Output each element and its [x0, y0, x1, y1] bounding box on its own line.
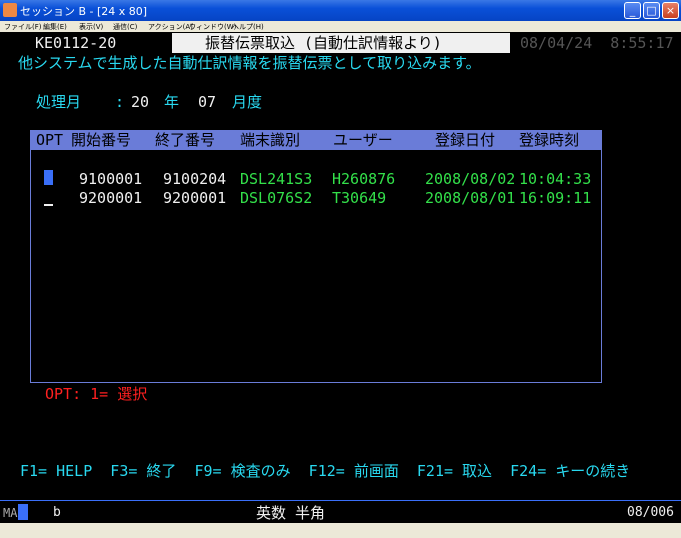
period-label: 処理月 — [36, 93, 82, 111]
close-button[interactable]: × — [662, 2, 679, 19]
header-end-number: 終了番号 — [155, 131, 216, 149]
header-time: 登録時刻 — [519, 131, 580, 149]
input-mode: 英数 半角 — [256, 504, 326, 522]
header-terminal-id: 端末識別 — [240, 131, 301, 149]
row2-user: T30649 — [332, 189, 387, 207]
menu-item-communication[interactable]: 通信(C) — [113, 22, 137, 32]
row1-date: 2008/08/02 — [425, 170, 516, 188]
minimize-button[interactable]: _ — [624, 2, 641, 19]
row2-start: 9200001 — [79, 189, 143, 207]
month-label: 月度 — [232, 93, 263, 111]
row2-date: 2008/08/01 — [425, 189, 516, 207]
menu-bar: ファイル(F) 編集(E) 表示(V) 通信(C) アクション(A) ウィンドウ… — [0, 21, 681, 32]
status-mode: MA — [3, 506, 18, 520]
screen-title: 振替伝票取込 (自動仕訳情報より) — [205, 34, 442, 52]
opt-input-row-1[interactable] — [44, 170, 53, 185]
window-title: セッション B - [24 x 80] — [20, 5, 148, 18]
menu-item-edit[interactable]: 編集(E) — [43, 22, 67, 32]
window-bottom-frame — [0, 523, 681, 538]
maximize-button[interactable]: □ — [643, 2, 660, 19]
terminal-app-icon — [3, 3, 17, 17]
row2-time: 16:09:11 — [519, 189, 592, 207]
row1-time: 10:04:33 — [519, 170, 592, 188]
terminal-screen[interactable]: KE0112-20 振替伝票取込 (自動仕訳情報より) 08/04/24 8:5… — [0, 32, 681, 500]
row1-end: 9100204 — [163, 170, 227, 188]
status-bar: MA b 英数 半角 08/006 — [0, 500, 681, 524]
timestamp: 08/04/24 8:55:17 — [520, 34, 674, 52]
header-start-number: 開始番号 — [71, 131, 132, 149]
opt-hint: OPT: 1= 選択 — [45, 385, 148, 403]
header-date: 登録日付 — [435, 131, 496, 149]
header-user: ユーザー — [333, 131, 393, 149]
month-value: 07 — [198, 93, 217, 111]
menu-item-help[interactable]: ヘルプ(H) — [232, 22, 264, 32]
year-value: 20 — [131, 93, 150, 111]
row2-end: 9200001 — [163, 189, 227, 207]
status-indicator: b — [53, 505, 61, 520]
menu-item-window[interactable]: ウィンドウ(W) — [189, 22, 236, 32]
screen-description: 他システムで生成した自動仕訳情報を振替伝票として取り込みます。 — [18, 54, 481, 72]
header-opt: OPT — [36, 131, 64, 149]
cursor-position: 08/006 — [627, 505, 674, 520]
status-cursor-block — [18, 504, 28, 520]
row1-terminal: DSL241S3 — [240, 170, 313, 188]
opt-input-row-2[interactable] — [44, 204, 53, 206]
year-label: 年 — [164, 93, 180, 111]
record-list-frame — [30, 130, 602, 383]
menu-item-view[interactable]: 表示(V) — [79, 22, 103, 32]
function-key-legend: F1= HELP F3= 終了 F9= 検査のみ F12= 前画面 F21= 取… — [20, 462, 631, 480]
menu-item-action[interactable]: アクション(A) — [148, 22, 193, 32]
row1-start: 9100001 — [79, 170, 143, 188]
window-titlebar[interactable]: セッション B - [24 x 80] _ □ × — [0, 0, 681, 21]
screen-id: KE0112-20 — [35, 34, 117, 52]
row1-user: H260876 — [332, 170, 396, 188]
period-colon: : — [115, 93, 125, 111]
menu-item-file[interactable]: ファイル(F) — [4, 22, 42, 32]
row2-terminal: DSL076S2 — [240, 189, 313, 207]
